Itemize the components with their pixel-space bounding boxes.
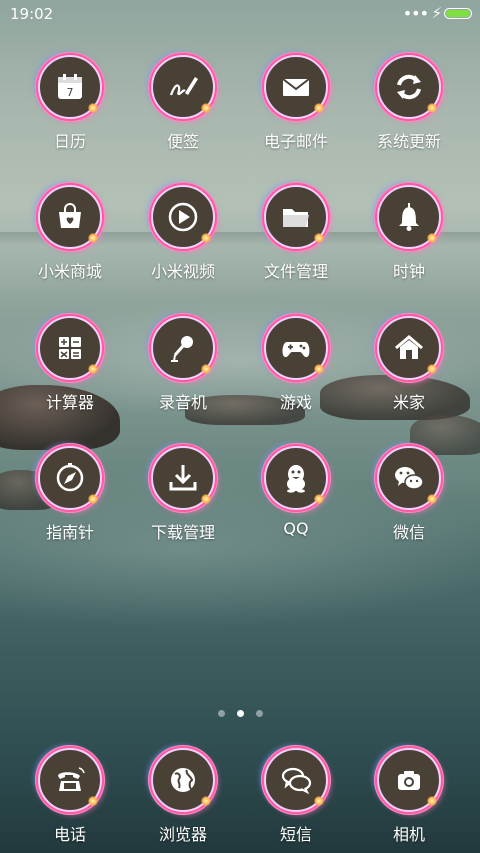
app-label: 电话 [53, 825, 86, 844]
app-label: 下载管理 [150, 523, 215, 542]
play-icon [151, 185, 215, 249]
app-label: 小米视频 [150, 262, 215, 281]
app-label: 微信 [392, 523, 425, 542]
bell-icon [377, 185, 441, 249]
app-label: 日历 [53, 132, 86, 151]
status-bar: 19:02 ••• ⚡ [0, 0, 480, 30]
app-calendar[interactable]: 7 日历 [15, 55, 125, 152]
app-label: 短信 [279, 825, 312, 844]
app-recorder[interactable]: 录音机 [128, 316, 238, 413]
dock-browser[interactable]: 浏览器 [128, 748, 238, 845]
app-label: 米家 [392, 393, 425, 412]
app-label: 小米商城 [37, 262, 102, 281]
dock-sms[interactable]: 短信 [241, 748, 351, 845]
app-label: 计算器 [45, 393, 94, 412]
app-label: 指南针 [45, 523, 94, 542]
camera-icon [377, 748, 441, 812]
app-label: 游戏 [279, 393, 312, 412]
shopping-bag-icon [38, 185, 102, 249]
app-calculator[interactable]: 计算器 [15, 316, 125, 413]
app-label: 时钟 [392, 262, 425, 281]
app-label: 录音机 [158, 393, 207, 412]
dock-phone[interactable]: 电话 [15, 748, 125, 845]
app-label: 便签 [166, 132, 199, 151]
app-label: 文件管理 [263, 262, 328, 281]
dock-camera[interactable]: 相机 [354, 748, 464, 845]
compass-icon [38, 446, 102, 510]
app-label: 系统更新 [376, 132, 441, 151]
app-compass[interactable]: 指南针 [15, 446, 125, 543]
app-email[interactable]: 电子邮件 [241, 55, 351, 152]
charging-icon: ⚡ [431, 4, 442, 22]
page-indicator [0, 702, 480, 717]
app-video[interactable]: 小米视频 [128, 185, 238, 282]
calculator-icon [38, 316, 102, 380]
pen-icon [151, 55, 215, 119]
telephone-icon [38, 748, 102, 812]
app-update[interactable]: 系统更新 [354, 55, 464, 152]
notification-dots: ••• [402, 4, 429, 23]
download-icon [151, 446, 215, 510]
penguin-icon [264, 446, 328, 510]
calendar-day: 7 [67, 86, 74, 99]
app-qq[interactable]: QQ [241, 446, 351, 538]
app-downloads[interactable]: 下载管理 [128, 446, 238, 543]
page-dot[interactable] [255, 710, 263, 717]
chat-bubbles-icon [377, 446, 441, 510]
battery-icon [444, 8, 472, 19]
app-files[interactable]: 文件管理 [241, 185, 351, 282]
status-time: 19:02 [10, 5, 54, 23]
app-label: 浏览器 [158, 825, 207, 844]
gamepad-icon [264, 316, 328, 380]
app-label: 电子邮件 [263, 132, 328, 151]
app-notes[interactable]: 便签 [128, 55, 238, 152]
app-mihome[interactable]: 米家 [354, 316, 464, 413]
refresh-icon [377, 55, 441, 119]
globe-icon [151, 748, 215, 812]
message-bubble-icon [264, 748, 328, 812]
app-store[interactable]: 小米商城 [15, 185, 125, 282]
page-dot[interactable] [217, 710, 225, 717]
app-wechat[interactable]: 微信 [354, 446, 464, 543]
calendar-icon: 7 [38, 55, 102, 119]
microphone-icon [151, 316, 215, 380]
app-clock[interactable]: 时钟 [354, 185, 464, 282]
envelope-icon [264, 55, 328, 119]
folder-icon [264, 185, 328, 249]
app-label: QQ [283, 519, 309, 538]
app-games[interactable]: 游戏 [241, 316, 351, 413]
app-label: 相机 [392, 825, 425, 844]
page-dot-active[interactable] [236, 710, 244, 717]
house-icon [377, 316, 441, 380]
